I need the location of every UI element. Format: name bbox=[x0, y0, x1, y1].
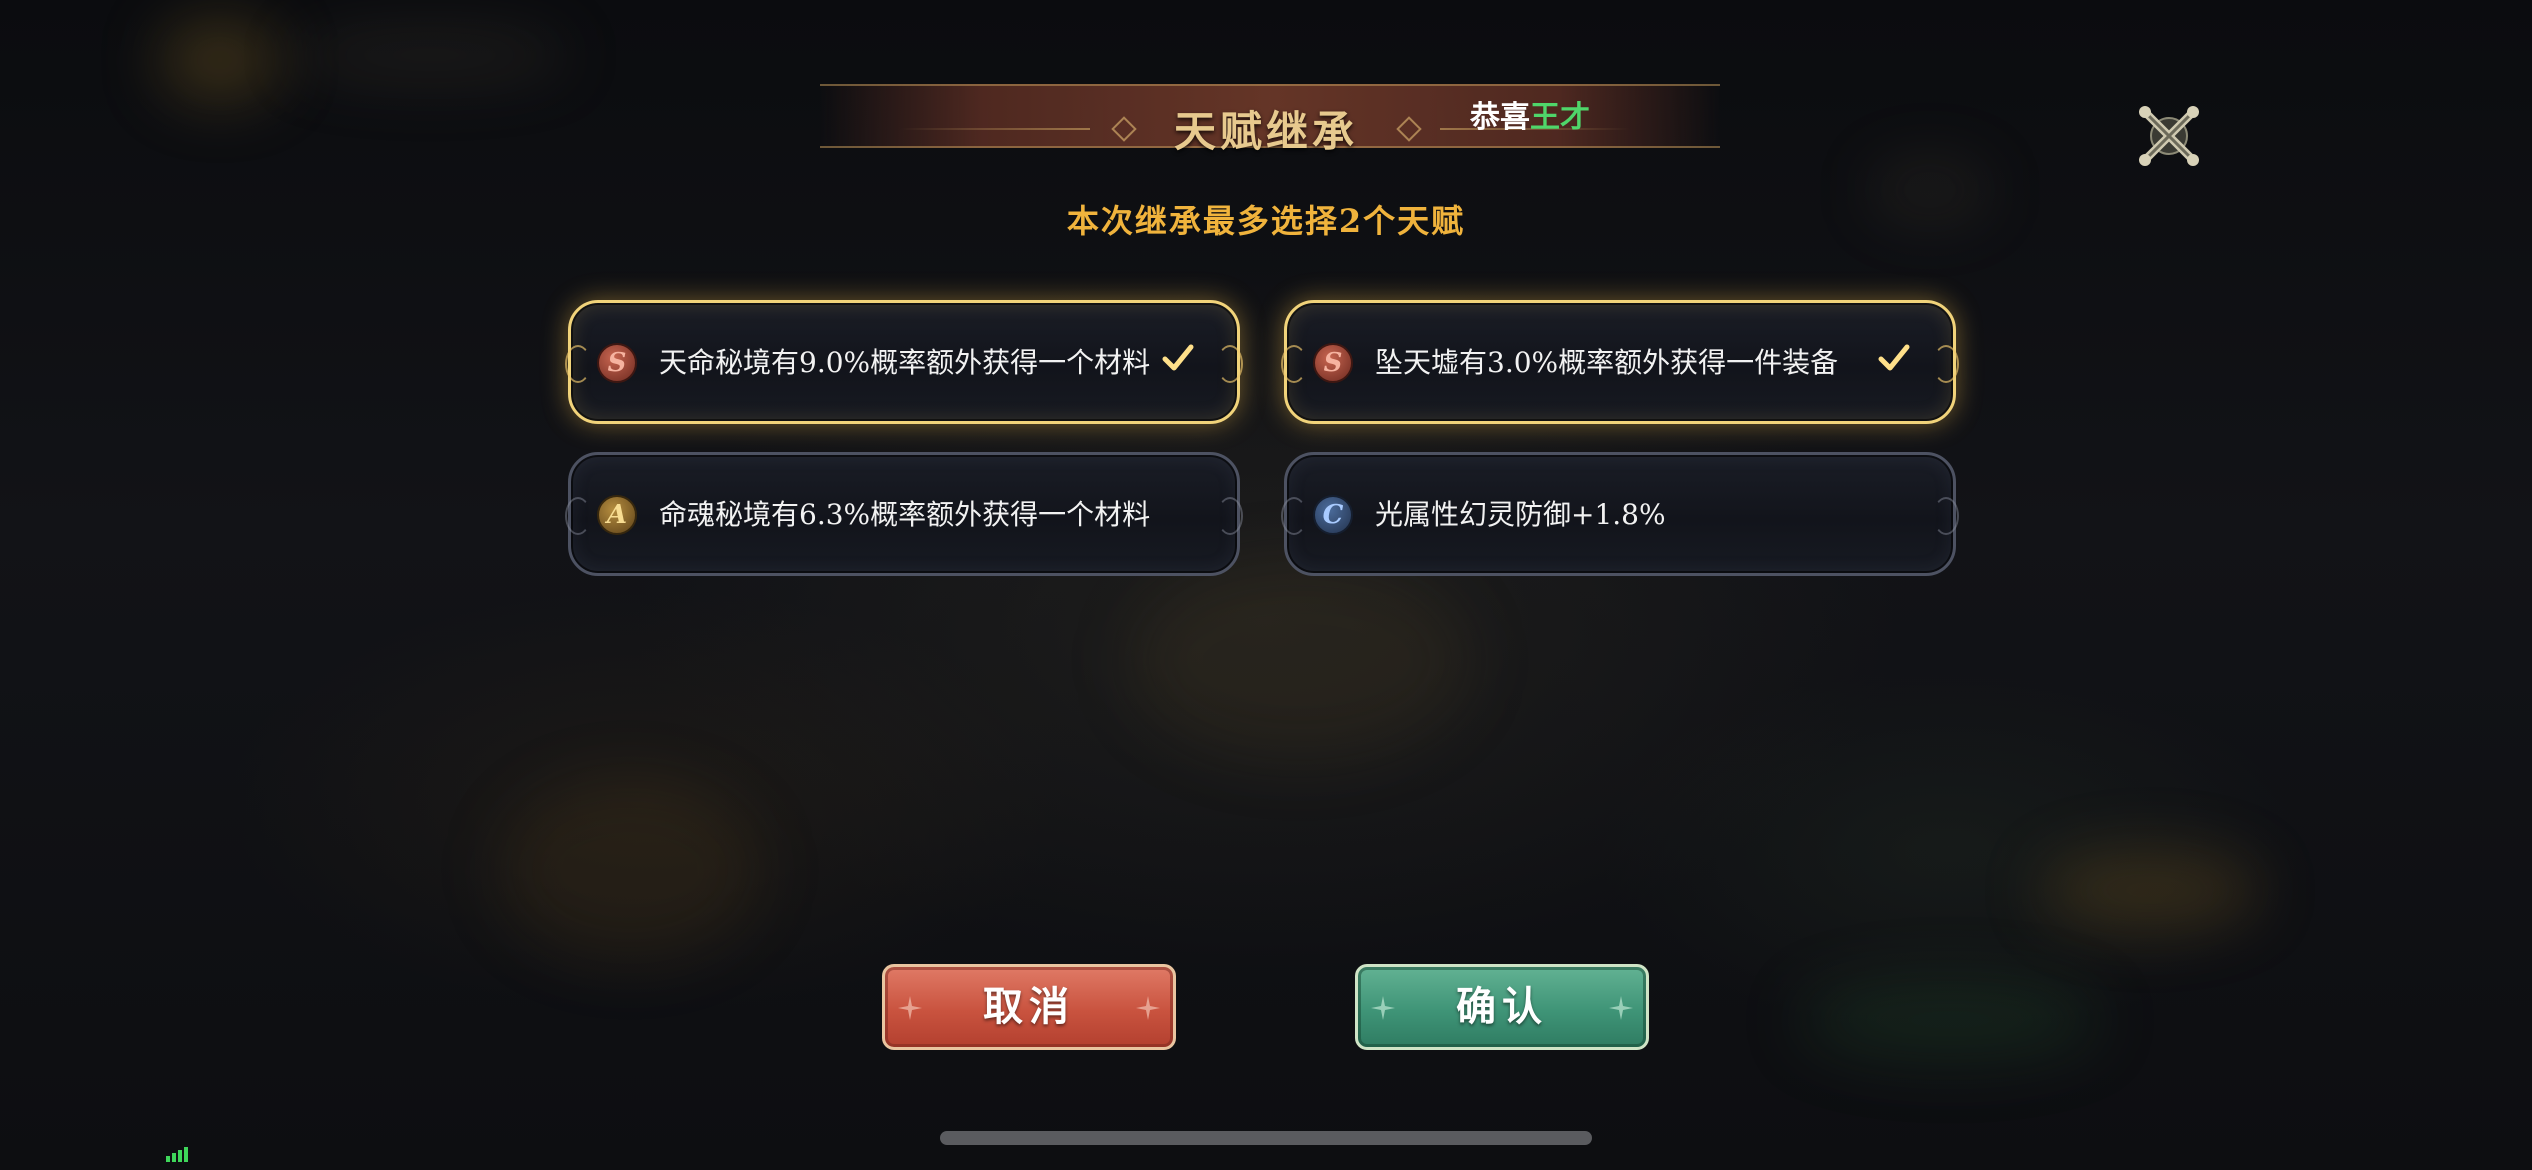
crossed-swords-close-icon bbox=[2139, 106, 2199, 166]
home-indicator[interactable] bbox=[940, 1131, 1592, 1145]
title-divider-left bbox=[900, 128, 1090, 130]
talent-description: 命魂秘境有6.3%概率额外获得一个材料 bbox=[659, 498, 1151, 531]
dialog-title: 天赋继承 bbox=[1173, 107, 1358, 156]
talent-option[interactable]: S 天命秘境有9.0%概率额外获得一个材料 bbox=[565, 300, 1243, 424]
selection-instruction: 本次继承最多选择2个天赋 bbox=[1066, 202, 1466, 240]
background-blur bbox=[290, 30, 570, 80]
checkmark-icon bbox=[1162, 344, 1194, 371]
background-blur bbox=[500, 780, 760, 960]
card-ornament bbox=[1281, 345, 1307, 383]
sparkle-ornament-icon bbox=[1609, 996, 1633, 1020]
talent-description: 天命秘境有9.0%概率额外获得一个材料 bbox=[659, 346, 1151, 379]
talent-option[interactable]: C 光属性幻灵防御+1.8% bbox=[1281, 452, 1959, 576]
close-button[interactable] bbox=[2135, 102, 2203, 170]
signal-strength-icon bbox=[166, 1147, 188, 1162]
card-ornament bbox=[1217, 497, 1243, 535]
announcement-marquee: 恭喜王才 bbox=[1470, 92, 1594, 138]
sparkle-ornament-icon bbox=[1136, 996, 1160, 1020]
talent-option[interactable]: A 命魂秘境有6.3%概率额外获得一个材料 bbox=[565, 452, 1243, 576]
talent-description: 光属性幻灵防御+1.8% bbox=[1375, 498, 1666, 531]
confirm-label: 确认 bbox=[1456, 983, 1548, 1030]
grade-badge-icon: S bbox=[1313, 343, 1353, 383]
confirm-button[interactable]: 确认 bbox=[1355, 964, 1649, 1050]
checkmark-icon bbox=[1878, 344, 1910, 371]
card-ornament bbox=[565, 497, 591, 535]
talent-description: 坠天墟有3.0%概率额外获得一件装备 bbox=[1375, 346, 1839, 379]
grade-badge-icon: A bbox=[597, 495, 637, 535]
cancel-label: 取消 bbox=[983, 983, 1075, 1030]
grade-badge-icon: C bbox=[1313, 495, 1353, 535]
card-ornament bbox=[1217, 345, 1243, 383]
background-blur bbox=[2040, 850, 2260, 930]
card-ornament bbox=[1281, 497, 1307, 535]
sparkle-ornament-icon bbox=[1371, 996, 1395, 1020]
cancel-button[interactable]: 取消 bbox=[882, 964, 1176, 1050]
talent-option[interactable]: S 坠天墟有3.0%概率额外获得一件装备 bbox=[1281, 300, 1959, 424]
marquee-player-name: 王才 bbox=[1530, 100, 1590, 135]
game-screen: 天赋继承 恭喜王才 本次继承最多选择2个天赋 S 天命秘境有9.0%概率额外获得… bbox=[0, 0, 2532, 1170]
background-blur bbox=[1130, 560, 1470, 760]
card-ornament bbox=[1933, 345, 1959, 383]
background-blur bbox=[1870, 160, 1990, 220]
sparkle-ornament-icon bbox=[898, 996, 922, 1020]
background-blur bbox=[1800, 980, 2100, 1060]
background-blur bbox=[160, 20, 280, 100]
grade-badge-icon: S bbox=[597, 343, 637, 383]
card-ornament bbox=[1933, 497, 1959, 535]
marquee-prefix: 恭喜 bbox=[1470, 100, 1530, 135]
card-ornament bbox=[565, 345, 591, 383]
